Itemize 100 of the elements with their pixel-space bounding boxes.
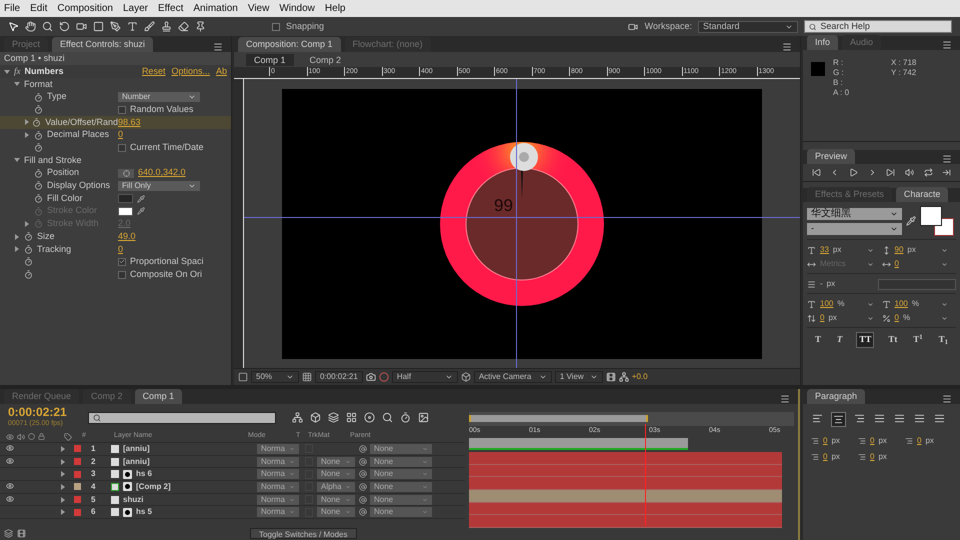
menu-item[interactable]: Effect — [158, 1, 184, 16]
character-field[interactable]: 100 — [820, 298, 834, 310]
hand-icon[interactable] — [25, 21, 36, 32]
menu-item[interactable]: File — [4, 1, 20, 16]
type-style-button[interactable]: T$_{1}$ — [936, 332, 950, 348]
mode-dropdown[interactable]: Norma — [257, 507, 299, 518]
panel-tab[interactable]: Render Queue — [4, 389, 80, 404]
effect-link[interactable]: Reset — [142, 64, 166, 78]
property-group-row[interactable]: Format — [0, 78, 231, 91]
type-style-button[interactable]: T$^{1}$ — [911, 332, 925, 348]
menu-item[interactable]: Layer — [122, 1, 148, 16]
eye-icon[interactable] — [6, 457, 14, 466]
comp-flow-icon[interactable] — [292, 412, 303, 423]
pick-whip-icon[interactable] — [359, 458, 367, 466]
property-value[interactable]: 98.63 — [118, 116, 141, 130]
panel-tab[interactable]: Composition: Comp 1 — [238, 37, 341, 52]
character-field[interactable]: - — [820, 278, 823, 290]
stopwatch-icon[interactable] — [24, 244, 33, 254]
camera-icon[interactable] — [76, 21, 87, 32]
panel-tab[interactable]: Paragraph — [807, 389, 866, 404]
stopwatch-icon[interactable] — [34, 130, 43, 140]
audio-icon[interactable] — [904, 168, 914, 177]
menu-item[interactable]: View — [248, 1, 270, 16]
first-frame-icon[interactable] — [812, 168, 821, 177]
panel-menu-icon[interactable] — [780, 394, 790, 404]
checkbox[interactable] — [118, 144, 126, 152]
parent-dropdown[interactable]: None — [370, 469, 432, 480]
property-group-row[interactable]: Fill and Stroke — [0, 154, 231, 167]
menu-item[interactable]: Window — [279, 1, 315, 16]
grid-icon[interactable] — [302, 372, 312, 382]
caret-icon[interactable] — [538, 373, 547, 381]
checkbox[interactable] — [118, 270, 126, 279]
caret-icon[interactable] — [590, 373, 598, 381]
pointer-icon[interactable] — [8, 21, 19, 32]
panel-tab[interactable]: Project — [4, 37, 48, 52]
toggle-switches-button[interactable]: Toggle Switches / Modes — [250, 528, 356, 539]
expand-triangle-icon[interactable] — [14, 81, 20, 88]
snapping-checkbox[interactable] — [272, 22, 280, 30]
parent-dropdown[interactable]: None — [370, 494, 432, 505]
panel-menu-icon[interactable] — [782, 42, 792, 52]
camera-dropdown[interactable]: Active Camera — [474, 371, 552, 383]
audio-icon[interactable] — [17, 432, 25, 440]
mode-dropdown[interactable]: Norma — [257, 456, 299, 467]
caret-icon[interactable] — [444, 373, 453, 381]
mode-dropdown[interactable]: Norma — [257, 469, 299, 480]
character-field[interactable]: 0 — [894, 258, 899, 270]
caret-icon[interactable] — [286, 373, 294, 381]
flowchart-icon[interactable] — [618, 372, 629, 382]
loop-icon[interactable] — [924, 168, 933, 177]
lock-icon[interactable] — [38, 432, 45, 440]
layer-name[interactable]: [Comp 2] — [136, 480, 171, 493]
eyedropper-icon[interactable] — [906, 216, 916, 226]
panel-tab[interactable]: Info — [807, 35, 838, 50]
property-dropdown[interactable]: Number — [118, 92, 200, 102]
stopwatch-icon[interactable] — [24, 257, 33, 266]
label-color-swatch[interactable] — [74, 508, 81, 516]
mode-dropdown[interactable]: Norma — [257, 494, 299, 505]
menu-item[interactable]: Help — [324, 1, 346, 16]
property-dropdown[interactable]: Fill Only — [118, 180, 200, 191]
checkbox[interactable] — [118, 258, 126, 266]
color-channels-icon[interactable] — [378, 372, 389, 382]
type-icon[interactable] — [127, 21, 138, 32]
type-style-button[interactable]: T — [812, 332, 823, 348]
search-field[interactable]: Search Help — [804, 20, 952, 33]
character-field[interactable]: 0 — [894, 312, 899, 324]
last-frame-icon[interactable] — [886, 168, 896, 177]
parent-dropdown[interactable]: None — [370, 507, 432, 518]
camera-icon[interactable] — [626, 22, 639, 32]
layer-name[interactable]: hs 5 — [136, 506, 152, 518]
indent-value[interactable]: 0 — [870, 451, 874, 463]
font-style-dropdown[interactable]: - — [807, 222, 902, 234]
breadcrumb-tab[interactable]: Comp 1 — [246, 54, 294, 66]
align-center-icon[interactable] — [831, 412, 846, 427]
track-matte-dropdown[interactable]: None — [317, 494, 355, 505]
panel-tab[interactable]: Comp 2 — [83, 389, 131, 404]
font-family-dropdown[interactable]: 华文细黑 — [807, 208, 902, 220]
play-icon[interactable] — [849, 168, 858, 177]
parent-dropdown[interactable]: None — [370, 482, 432, 492]
stopwatch-icon[interactable] — [34, 181, 43, 190]
track-matte-dropdown[interactable]: None — [317, 507, 355, 518]
panel-tab[interactable]: Audio — [842, 35, 882, 50]
parent-dropdown[interactable]: None — [370, 456, 432, 467]
layer-icon[interactable] — [310, 412, 321, 423]
type-style-button[interactable]: Tt — [886, 332, 900, 348]
label-color-swatch[interactable] — [74, 483, 81, 490]
track-matte-dropdown[interactable]: None — [317, 469, 355, 480]
pick-whip-icon[interactable] — [359, 496, 367, 504]
stopwatch-icon[interactable] — [34, 168, 43, 178]
label-color-swatch[interactable] — [74, 496, 81, 504]
effect-link[interactable]: Ab — [216, 64, 227, 78]
stopwatch-icon[interactable] — [34, 105, 43, 114]
expand-triangle-icon[interactable] — [4, 68, 10, 74]
character-field[interactable]: 90 — [894, 244, 904, 256]
label-color-swatch[interactable] — [74, 458, 81, 466]
image-icon[interactable] — [418, 412, 429, 423]
indent-value[interactable]: 0 — [870, 435, 874, 447]
view-layout-dropdown[interactable]: 1 View — [554, 371, 603, 383]
panel-tab[interactable]: Characte — [896, 187, 948, 202]
character-field[interactable]: 33 — [820, 244, 829, 256]
exposure-value[interactable]: +0.0 — [632, 371, 648, 383]
